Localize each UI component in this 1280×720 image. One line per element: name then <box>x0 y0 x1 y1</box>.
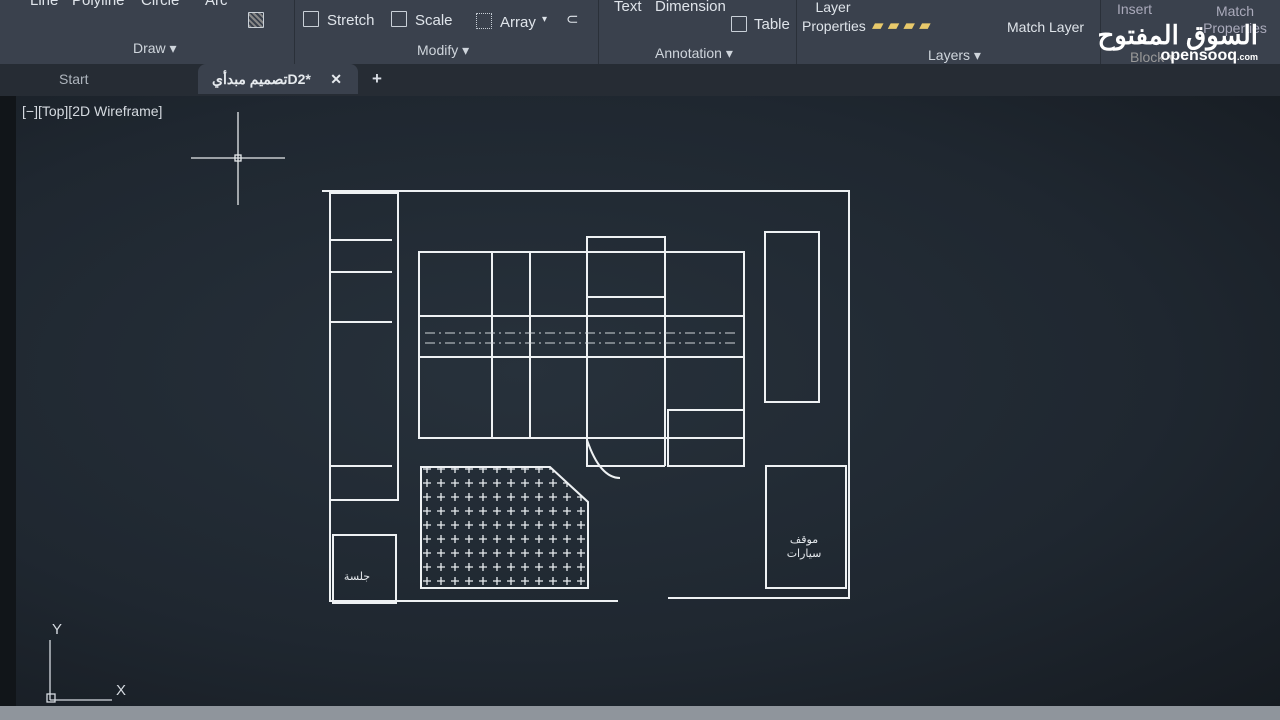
garden <box>420 466 589 589</box>
parking-label-1: موقف <box>790 533 818 546</box>
pool <box>764 231 820 403</box>
watermark-latin: opensooq <box>1160 47 1237 64</box>
ucs-icon <box>46 640 112 703</box>
watermark-suffix: .com <box>1236 52 1258 62</box>
drawing: موقف سيارات جلسة Y X <box>46 112 850 703</box>
opensooq-watermark: السوق المفتوح opensooq.com <box>1097 20 1258 65</box>
seating-area <box>332 534 397 604</box>
crosshair-cursor <box>191 112 285 205</box>
parking-area <box>765 465 847 589</box>
ucs-y-label: Y <box>52 621 62 638</box>
ucs-x-label: X <box>116 682 126 699</box>
parking-label-2: سيارات <box>787 547 822 560</box>
seating-label: جلسة <box>344 570 370 583</box>
status-bar <box>0 706 1280 720</box>
